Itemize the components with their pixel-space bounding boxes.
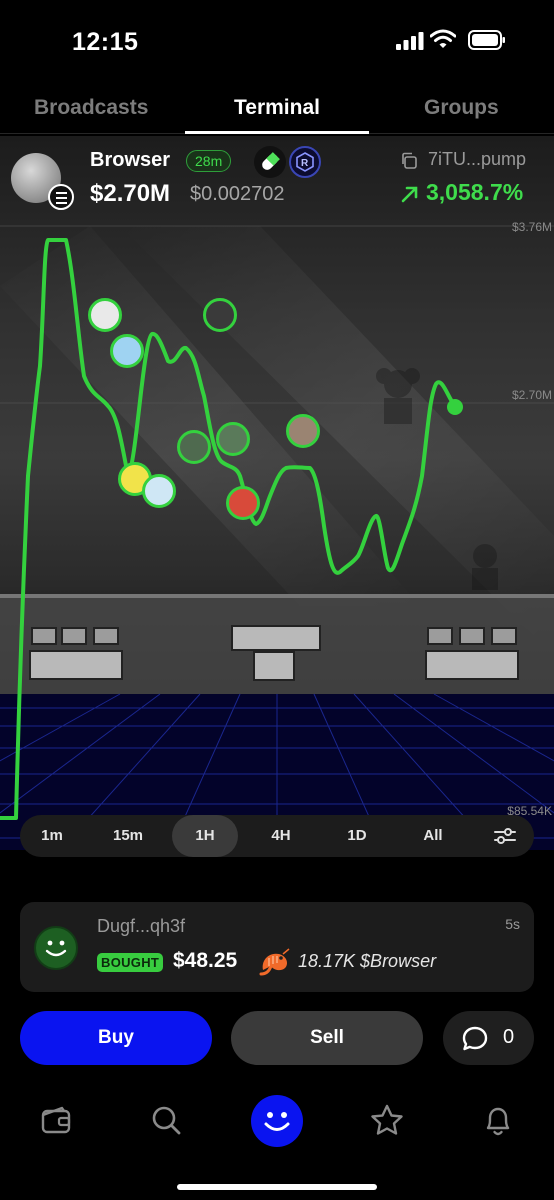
trader-marker[interactable] xyxy=(226,486,260,520)
price-chart[interactable]: $3.76M $2.70M $85.54K Browser 28m R $2.7… xyxy=(0,136,554,850)
timeframe-4h[interactable]: 4H xyxy=(248,815,314,857)
home-indicator xyxy=(177,1184,377,1190)
y-label-mid: $2.70M xyxy=(511,388,552,402)
tab-broadcasts[interactable]: Broadcasts xyxy=(34,96,148,120)
trade-amount: $48.25 xyxy=(173,949,238,972)
chat-bubble-icon xyxy=(462,1026,488,1051)
trade-time: 5s xyxy=(505,916,520,932)
tab-terminal[interactable]: Terminal xyxy=(234,96,320,120)
raydium-icon[interactable]: R xyxy=(289,146,321,178)
y-label-high: $3.76M xyxy=(511,220,552,234)
home-smiley-icon[interactable] xyxy=(251,1095,303,1147)
pill-icon[interactable] xyxy=(254,146,286,178)
wallet-icon[interactable] xyxy=(40,1104,72,1136)
chat-count: 0 xyxy=(503,1026,515,1048)
trade-token-amount: 18.17K $Browser xyxy=(298,951,437,971)
token-name: Browser xyxy=(90,149,171,171)
battery-icon xyxy=(468,30,505,50)
tab-groups[interactable]: Groups xyxy=(424,96,499,120)
wifi-icon xyxy=(430,29,456,48)
shrimp-icon xyxy=(259,948,290,976)
chat-button[interactable]: 0 xyxy=(443,1011,534,1065)
smiley-avatar-icon xyxy=(34,926,78,970)
chart-background xyxy=(0,225,554,850)
copy-icon[interactable] xyxy=(400,152,418,170)
buy-button[interactable]: Buy xyxy=(20,1011,212,1065)
contract-address[interactable]: 7iTU...pump xyxy=(428,149,526,170)
clock: 12:15 xyxy=(72,28,139,56)
bell-icon[interactable] xyxy=(482,1104,514,1138)
sell-button[interactable]: Sell xyxy=(231,1011,423,1065)
token-price: $0.002702 xyxy=(190,183,285,205)
timeframe-1h[interactable]: 1H xyxy=(172,815,238,857)
solana-icon xyxy=(48,184,74,210)
active-tab-indicator xyxy=(185,131,369,134)
arrow-up-right-icon xyxy=(401,186,418,203)
trader-marker[interactable] xyxy=(142,474,176,508)
timeframe-selector: 1m 15m 1H 4H 1D All xyxy=(20,815,534,883)
signal-icon xyxy=(396,32,424,50)
trader-marker[interactable] xyxy=(177,430,211,464)
current-price-dot xyxy=(447,399,463,415)
token-age-badge: 28m xyxy=(186,150,232,172)
trader-marker[interactable] xyxy=(216,422,250,456)
search-icon[interactable] xyxy=(150,1104,182,1136)
svg-text:R: R xyxy=(301,158,309,169)
status-bar: 12:15 xyxy=(0,0,554,86)
trader-name: Dugf...qh3f xyxy=(97,916,186,936)
trader-marker[interactable] xyxy=(88,298,122,332)
chart-settings-icon[interactable] xyxy=(494,827,516,845)
price-change: 3,058.7% xyxy=(426,179,524,205)
timeframe-1d[interactable]: 1D xyxy=(324,815,390,857)
tab-bar: Broadcasts Terminal Groups xyxy=(0,86,554,134)
latest-trade-card[interactable]: Dugf...qh3f 5s BOUGHT $48.25 18.17K $Bro… xyxy=(20,902,534,992)
timeframe-all[interactable]: All xyxy=(400,815,466,857)
trader-marker[interactable] xyxy=(286,414,320,448)
star-icon[interactable] xyxy=(370,1104,404,1136)
trade-action-badge: BOUGHT xyxy=(97,953,164,972)
market-cap: $2.70M xyxy=(90,180,171,207)
timeframe-15m[interactable]: 15m xyxy=(94,815,162,857)
timeframe-1m[interactable]: 1m xyxy=(20,815,84,857)
trader-marker[interactable] xyxy=(203,298,237,332)
trader-marker[interactable] xyxy=(110,334,144,368)
